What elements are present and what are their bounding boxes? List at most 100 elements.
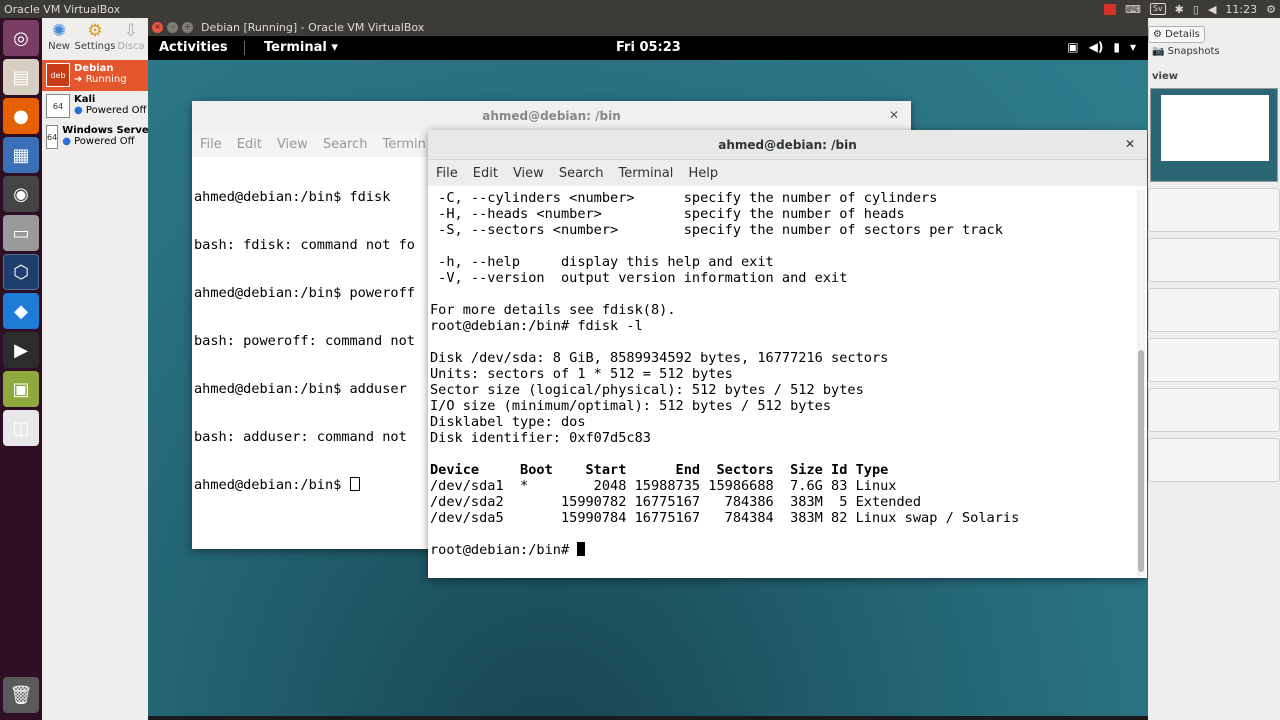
vm-state: ➜ Running — [74, 74, 127, 85]
settings-gear-icon[interactable]: ⚙ — [1266, 3, 1276, 16]
terminal-cursor — [349, 477, 360, 491]
menu-search[interactable]: Search — [559, 166, 604, 181]
battery-icon[interactable]: ▯ — [1193, 3, 1199, 16]
host-tray: ⌨ Sv ✱ ▯ ◀ 11:23 ⚙ — [1103, 0, 1276, 18]
terminal-line: -S, --sectors <number> specify the numbe… — [430, 222, 1003, 238]
app-menu-label: Terminal ▾ — [264, 40, 338, 55]
vm-state: ● Powered Off — [74, 105, 147, 116]
terminal-line: /dev/sda2 15990782 16775167 784386 383M … — [430, 494, 922, 510]
terminal-line: Disk identifier: 0xf07d5c83 — [430, 430, 651, 446]
menu-view[interactable]: View — [513, 166, 544, 181]
terminal-line: I/O size (minimum/optimal): 512 bytes / … — [430, 398, 832, 414]
terminal-line: -H, --heads <number> specify the number … — [430, 206, 905, 222]
menu-edit[interactable]: Edit — [237, 137, 262, 152]
debian-logo-icon: deb — [46, 63, 70, 87]
close-icon[interactable]: ✕ — [1125, 137, 1135, 151]
terminal-line: Units: sectors of 1 * 512 = 512 bytes — [430, 366, 733, 382]
activities-button[interactable]: Activities — [159, 40, 228, 55]
indicator-red-icon[interactable] — [1103, 3, 1116, 15]
details-section — [1148, 438, 1280, 482]
volume-icon[interactable]: ◀ — [1208, 3, 1216, 16]
discard-arrow-icon: ⇩ — [123, 21, 139, 41]
tab-details[interactable]: ⚙ Details — [1148, 26, 1205, 43]
terminal-line: Disklabel type: dos — [430, 414, 586, 430]
gnome-system-tray[interactable]: ▣ ◀) ▮ ▾ — [1067, 40, 1136, 54]
menu-file[interactable]: File — [200, 137, 222, 152]
menu-help[interactable]: Help — [688, 166, 718, 181]
kali-logo-icon: 64 — [46, 94, 70, 118]
terminal-line: /dev/sda1 * 2048 15988735 15986688 7.6G … — [430, 478, 897, 494]
host-top-panel: Oracle VM VirtualBox ⌨ Sv ✱ ▯ ◀ 11:23 ⚙ — [0, 0, 1280, 18]
terminal-icon[interactable]: ▶ — [3, 332, 39, 368]
battery-icon: ▮ — [1113, 40, 1120, 54]
files-icon[interactable]: ▤ — [3, 59, 39, 95]
disk-icon[interactable]: ▭ — [3, 215, 39, 251]
archive-icon[interactable]: ▣ — [3, 371, 39, 407]
preview-thumbnail — [1150, 88, 1278, 182]
tray-badge[interactable]: Sv — [1149, 3, 1166, 15]
host-window-title: Oracle VM VirtualBox — [4, 2, 121, 16]
bluetooth-icon[interactable]: ✱ — [1175, 3, 1184, 16]
details-section — [1148, 338, 1280, 382]
menu-search[interactable]: Search — [323, 137, 368, 152]
windows-logo-icon: 64 — [46, 125, 59, 149]
guest-desktop: Activities Terminal ▾ Fri 05:23 ▣ ◀) ▮ ▾… — [148, 36, 1148, 716]
firefox-icon[interactable]: ● — [3, 98, 39, 134]
discard-label: Disca — [117, 41, 145, 52]
chevron-down-icon: ▾ — [1129, 40, 1136, 54]
writer-icon[interactable]: ▦ — [3, 137, 39, 173]
trash-icon[interactable]: 🗑 — [3, 677, 39, 713]
terminal-line: Sector size (logical/physical): 512 byte… — [430, 382, 864, 398]
gnome-clock[interactable]: Fri 05:23 — [616, 40, 681, 55]
chat-icon[interactable]: ◉ — [3, 176, 39, 212]
ubuntu-dash-icon[interactable]: ◎ — [3, 20, 39, 56]
new-vm-button[interactable]: ✺ New — [42, 18, 76, 58]
host-clock[interactable]: 11:23 — [1225, 3, 1257, 16]
pdf-icon[interactable]: ◫ — [3, 410, 39, 446]
settings-label: Settings — [74, 41, 116, 52]
vbox-details-pane: ⚙ Details 📷 Snapshots view — [1148, 26, 1280, 482]
vm-list-item-debian[interactable]: deb Debian ➜ Running — [42, 60, 148, 91]
scrollbar-thumb[interactable] — [1138, 350, 1144, 572]
unity-launcher: ◎ ▤ ● ▦ ◉ ▭ ⬡ ◆ ▶ ▣ ◫ 🗑 — [0, 18, 42, 720]
vm-list: deb Debian ➜ Running 64 Kali ● Powered O… — [42, 60, 149, 153]
terminal-window-active[interactable]: ahmed@debian: /bin ✕ File Edit View Sear… — [428, 130, 1147, 578]
maximize-icon[interactable]: + — [182, 21, 193, 33]
vm-window-titlebar: × – + Debian [Running] - Oracle VM Virtu… — [148, 18, 1148, 36]
terminal-scrollbar[interactable] — [1137, 190, 1145, 576]
terminal-titlebar: ahmed@debian: /bin ✕ — [192, 101, 911, 131]
close-icon[interactable]: ✕ — [889, 108, 899, 122]
app-menu[interactable]: Terminal ▾ — [244, 40, 338, 55]
details-section — [1148, 388, 1280, 432]
tab-snapshots[interactable]: 📷 Snapshots — [1148, 44, 1224, 59]
details-section — [1148, 238, 1280, 282]
gnome-top-bar: Activities Terminal ▾ Fri 05:23 ▣ ◀) ▮ ▾ — [148, 36, 1148, 60]
terminal-title: ahmed@debian: /bin — [482, 109, 621, 123]
terminal-line: Device Boot Start End Sectors Size Id Ty… — [430, 462, 889, 478]
discard-button[interactable]: ⇩ Disca — [114, 18, 148, 58]
terminal-line: /dev/sda5 15990784 16775167 784384 383M … — [430, 510, 1020, 526]
terminal-titlebar: ahmed@debian: /bin ✕ — [428, 130, 1147, 160]
vscode-icon[interactable]: ◆ — [3, 293, 39, 329]
close-icon[interactable]: × — [152, 21, 163, 33]
virtualbox-icon[interactable]: ⬡ — [3, 254, 39, 290]
terminal-line: root@debian:/bin# fdisk -l — [430, 318, 643, 334]
menu-view[interactable]: View — [277, 137, 308, 152]
minimize-icon[interactable]: – — [167, 21, 178, 33]
menu-terminal[interactable]: Terminal — [618, 166, 673, 181]
keyboard-icon[interactable]: ⌨ — [1125, 3, 1141, 16]
menu-edit[interactable]: Edit — [473, 166, 498, 181]
menu-terminal[interactable]: Termin — [382, 137, 425, 152]
menu-file[interactable]: File — [436, 166, 458, 181]
settings-button[interactable]: ⚙ Settings — [74, 18, 116, 58]
vm-list-item-windows-server[interactable]: 64 Windows Serve ● Powered Off — [42, 122, 149, 153]
vbox-toolbar: ✺ New ⚙ Settings ⇩ Disca — [42, 18, 148, 58]
terminal-line: For more details see fdisk(8). — [430, 302, 676, 318]
vm-list-item-kali[interactable]: 64 Kali ● Powered Off — [42, 91, 148, 122]
screen-icon: ▣ — [1067, 40, 1079, 54]
terminal-line: -C, --cylinders <number> specify the num… — [430, 190, 938, 206]
settings-gear-icon: ⚙ — [87, 21, 103, 41]
terminal-output[interactable]: -C, --cylinders <number> specify the num… — [428, 186, 1147, 572]
